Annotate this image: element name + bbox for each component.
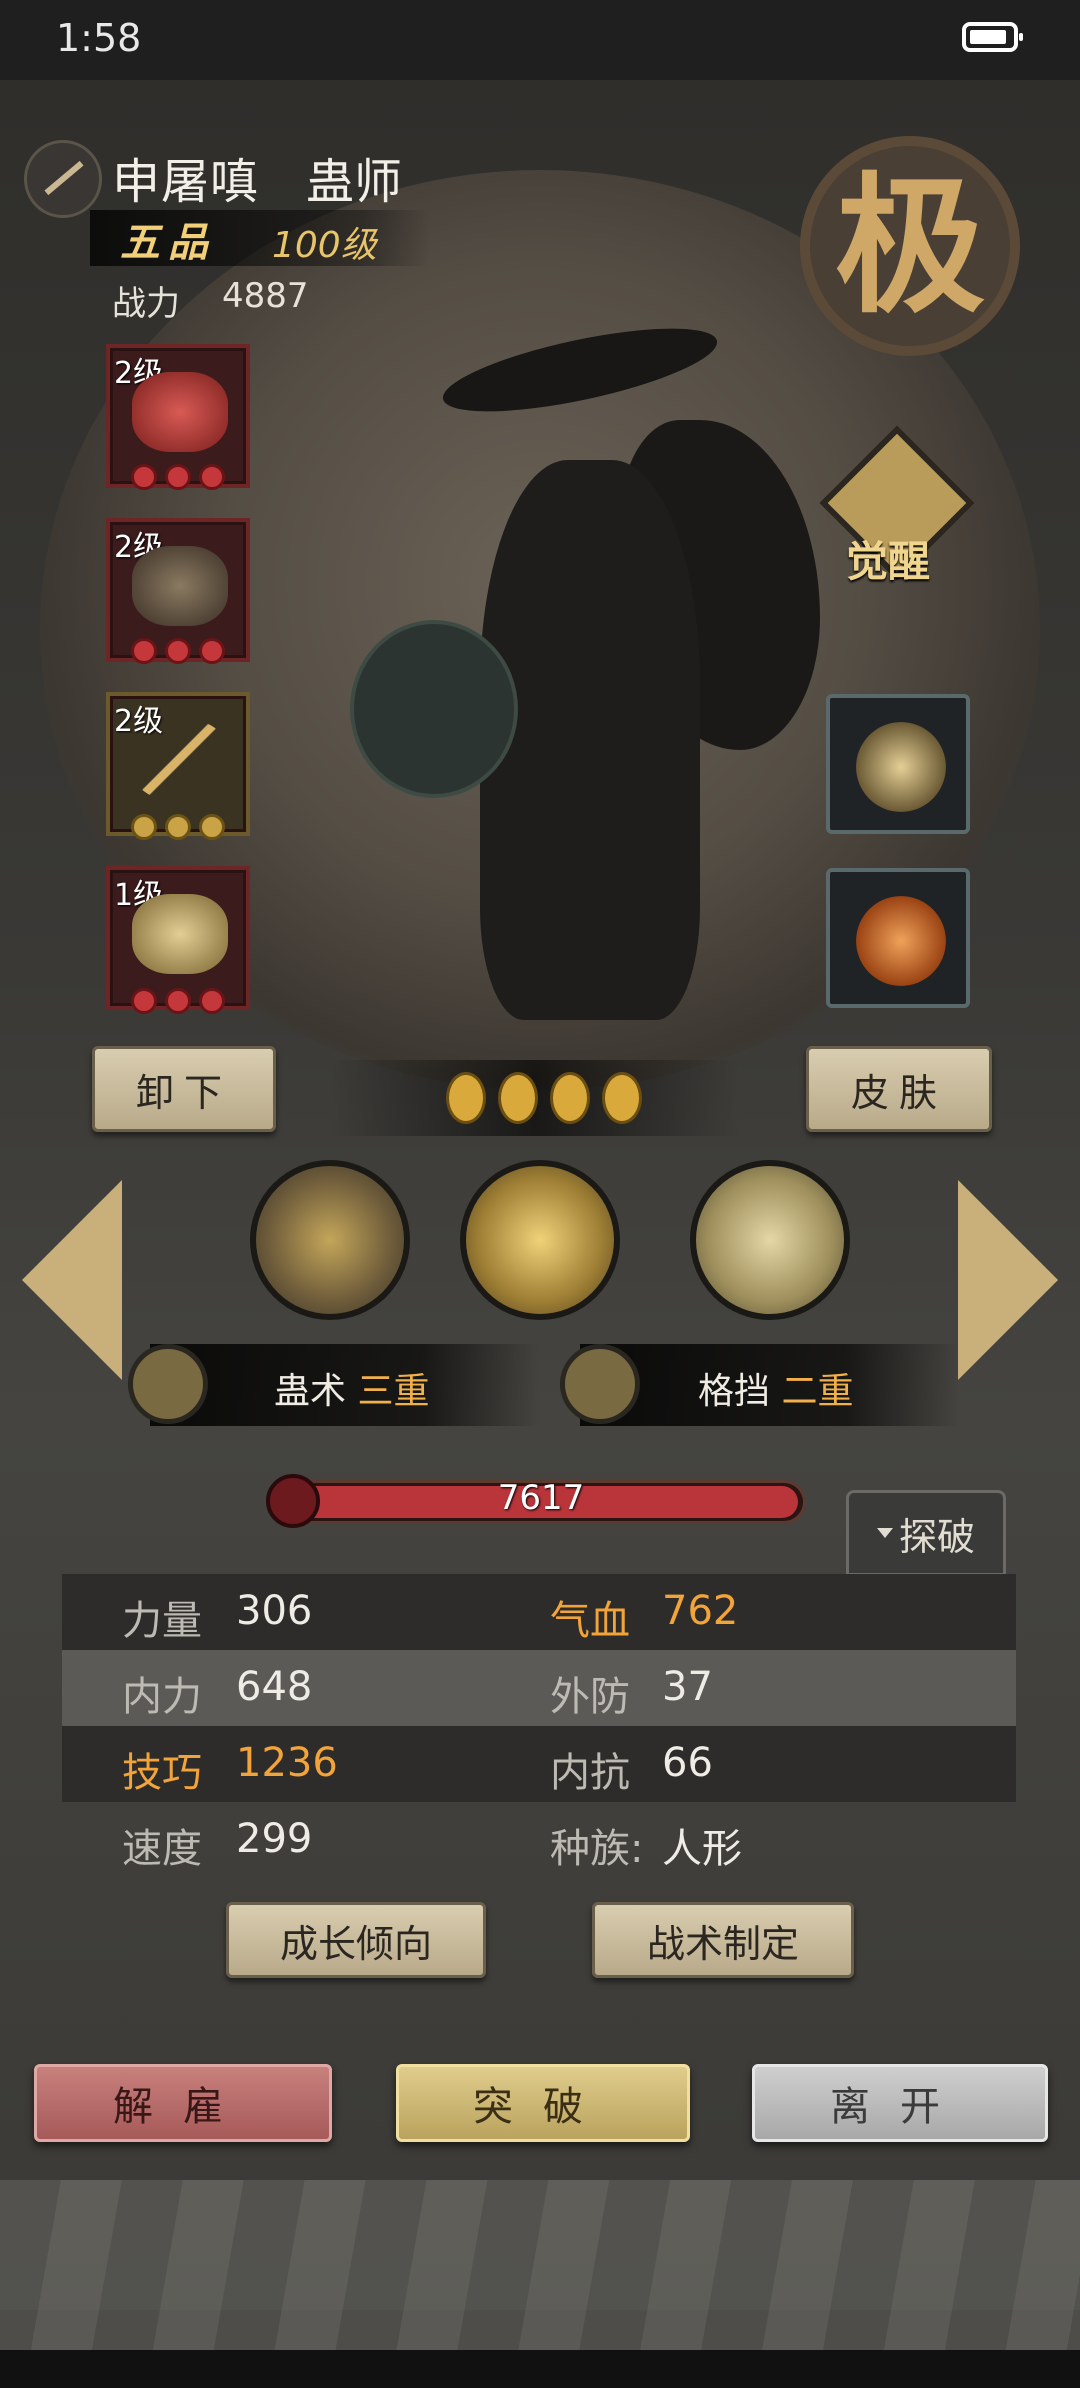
- character-body: [480, 460, 700, 1020]
- passive-name: 蛊术: [274, 1371, 347, 1412]
- stat-value: 37: [662, 1664, 713, 1710]
- hero-class: 蛊师: [306, 154, 403, 210]
- gem-icon: [165, 464, 191, 490]
- gem-icon: [165, 988, 191, 1014]
- stats-row: 内力 648 外防 37: [62, 1650, 1016, 1726]
- rename-brush-icon[interactable]: [24, 140, 102, 218]
- stat-label: 技巧: [122, 1750, 202, 1796]
- stat-value: 1236: [236, 1740, 338, 1786]
- growth-tendency-button[interactable]: 成长倾向: [226, 1902, 486, 1978]
- awaken-label[interactable]: 觉醒: [846, 528, 930, 589]
- stat-label: 种族:: [550, 1826, 644, 1872]
- gem-icon: [131, 638, 157, 664]
- stat-value: 299: [236, 1816, 313, 1862]
- gem-icon: [165, 638, 191, 664]
- passive-1[interactable]: 蛊术 三重: [274, 1362, 429, 1414]
- gem-icon: [131, 988, 157, 1014]
- status-time: 1:58: [56, 16, 142, 60]
- gem-icon: [131, 464, 157, 490]
- explore-dropdown[interactable]: 探破: [846, 1490, 1006, 1576]
- stats-row: 技巧 1236 内抗 66: [62, 1726, 1016, 1802]
- stat-label: 内抗: [550, 1750, 630, 1796]
- equip-gems-4: [106, 988, 250, 1020]
- gem-icon: [165, 814, 191, 840]
- hero-name: 申屠嗔: [112, 154, 260, 210]
- golden-flower-pin-icon: [856, 722, 946, 812]
- stat-value: 648: [236, 1664, 313, 1710]
- dismiss-button[interactable]: 解雇: [34, 2064, 332, 2142]
- gem-icon: [199, 464, 225, 490]
- grade-seal-char: 极: [834, 158, 985, 334]
- gem-icon: [199, 988, 225, 1014]
- power-value: 4887: [222, 276, 309, 316]
- stone-floor: [0, 2180, 1080, 2350]
- accessory-slot-2[interactable]: [826, 868, 970, 1008]
- star-icon: [498, 1072, 538, 1124]
- stat-value: 人形: [662, 1826, 742, 1872]
- stat-value: 66: [662, 1740, 713, 1786]
- passive-tier: 二重: [781, 1371, 854, 1412]
- character-hat-crown: [560, 344, 610, 388]
- equip-gems-2: [106, 638, 250, 670]
- battery-icon: [962, 22, 1023, 52]
- navigation-bar: [0, 2350, 1080, 2388]
- gem-icon: [199, 638, 225, 664]
- breakthrough-button[interactable]: 突破: [396, 2064, 690, 2142]
- star-icon: [602, 1072, 642, 1124]
- character-basket: [350, 620, 518, 798]
- stat-label: 力量: [122, 1598, 202, 1644]
- hero-rank: 五品: [120, 220, 216, 266]
- golden-bead-icon: [132, 894, 228, 974]
- skin-button[interactable]: 皮肤: [806, 1046, 992, 1132]
- hp-value: 7617: [497, 1478, 585, 1518]
- passive-2[interactable]: 格挡 二重: [698, 1362, 853, 1414]
- equip-gems-1: [106, 464, 250, 496]
- amber-stone-icon: [856, 896, 946, 986]
- previous-hero-arrow[interactable]: [22, 1180, 122, 1380]
- stat-label: 外防: [550, 1674, 630, 1720]
- accessory-slot-1[interactable]: [826, 694, 970, 834]
- unequip-button[interactable]: 卸下: [92, 1046, 276, 1132]
- stats-row: 速度 299 种族: 人形: [62, 1802, 1016, 1878]
- star-icon: [446, 1072, 486, 1124]
- stat-value: 762: [662, 1588, 739, 1634]
- status-bar: [0, 0, 1080, 80]
- serpent-skill-icon[interactable]: [250, 1160, 410, 1320]
- block-passive-icon[interactable]: [560, 1344, 640, 1424]
- passive-name: 格挡: [698, 1371, 771, 1412]
- tactics-button[interactable]: 战术制定: [592, 1902, 854, 1978]
- leave-button[interactable]: 离开: [752, 2064, 1048, 2142]
- stats-table: 力量 306 气血 762 内力 648 外防 37 技巧 1236 内抗 66…: [62, 1574, 1016, 1878]
- golden-whisk-icon: [132, 720, 228, 800]
- stat-value: 306: [236, 1588, 313, 1634]
- next-hero-arrow[interactable]: [958, 1180, 1058, 1380]
- stats-row: 力量 306 气血 762: [62, 1574, 1016, 1650]
- star-icon: [550, 1072, 590, 1124]
- gem-icon: [199, 814, 225, 840]
- robe-icon: [132, 546, 228, 626]
- hero-level: 100级: [272, 225, 377, 266]
- stat-label: 气血: [550, 1598, 630, 1644]
- passive-tier: 三重: [357, 1371, 430, 1412]
- red-gourd-icon: [132, 372, 228, 452]
- butterfly-heal-skill-icon[interactable]: [460, 1160, 620, 1320]
- palm-skill-icon[interactable]: [690, 1160, 850, 1320]
- star-rating: [446, 1072, 642, 1124]
- equip-gems-3: [106, 814, 250, 846]
- stat-label: 内力: [122, 1674, 202, 1720]
- explore-label: 探破: [898, 1514, 975, 1559]
- stat-label: 速度: [122, 1826, 202, 1872]
- gu-art-passive-icon[interactable]: [128, 1344, 208, 1424]
- gem-icon: [131, 814, 157, 840]
- dropdown-arrow-icon: [876, 1528, 893, 1538]
- power-label: 战力: [112, 284, 180, 324]
